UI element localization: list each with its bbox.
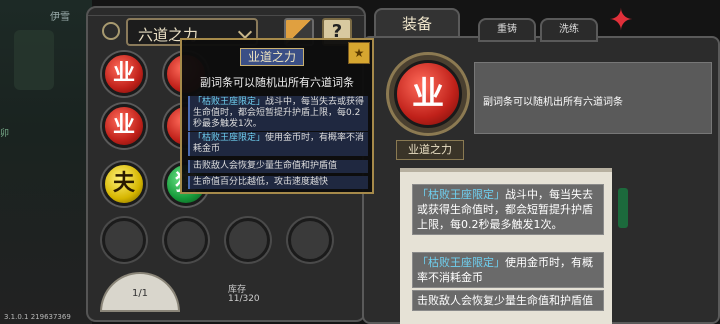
- chevron-down-icon: [237, 24, 253, 40]
- affix-tag: 「枯败王座限定」: [417, 256, 505, 269]
- selected-orb: 业: [394, 60, 462, 128]
- tab-equip[interactable]: 装备: [374, 8, 460, 38]
- orb-tooltip: 业道之力 ★ 副词条可以随机出所有六道词条 「枯败王座限定」战斗中，每当失去或获…: [180, 38, 374, 194]
- tab-reforge[interactable]: 重铸: [478, 18, 536, 42]
- npc-figure: [14, 30, 54, 90]
- stock-value: 11/320: [228, 294, 260, 304]
- tooltip-tag: 「枯败王座限定」: [193, 133, 266, 143]
- empty-orb-slot[interactable]: [288, 218, 332, 262]
- orb-slot[interactable]: 夫: [102, 162, 146, 206]
- game-background: 伊雪 卯: [0, 0, 92, 324]
- tooltip-text: 击败敌人会恢复少量生命值和护盾值: [193, 161, 338, 171]
- shuriken-icon[interactable]: ✦: [604, 4, 638, 38]
- orb-slot[interactable]: 业: [102, 104, 146, 148]
- orb-description-box: 副词条可以随机出所有六道词条: [474, 62, 712, 134]
- tooltip-title: 业道之力: [240, 48, 304, 66]
- orb-description: 副词条可以随机出所有六道词条: [483, 97, 623, 108]
- version-text: 3.1.0.1 219637369: [4, 313, 71, 321]
- tooltip-text: 生命值百分比越低，攻击速度越快: [193, 177, 329, 187]
- hud-text: 伊雪: [50, 12, 70, 23]
- tooltip-tag: 「枯败王座限定」: [193, 97, 266, 107]
- tooltip-line: 生命值百分比越低，攻击速度越快: [188, 176, 368, 189]
- empty-orb-slot[interactable]: [226, 218, 270, 262]
- tooltip-line: 「枯败王座限定」使用金币时，有概率不消耗金币: [188, 132, 368, 156]
- lock-icon[interactable]: ★: [348, 42, 370, 64]
- affix-tag: 「枯败王座限定」: [417, 188, 505, 201]
- empty-orb-slot[interactable]: [102, 218, 146, 262]
- affix-entry: 击败敌人会恢复少量生命值和护盾值: [412, 290, 604, 311]
- jade-ornament-icon: [618, 188, 628, 228]
- side-text: 卯: [0, 129, 10, 139]
- page-indicator: 1/1: [131, 288, 149, 299]
- affix-text: 击败敌人会恢复少量生命值和护盾值: [417, 294, 593, 307]
- affix-entry: 「枯败王座限定」使用金币时，有概率不消耗金币: [412, 252, 604, 288]
- orb-slot[interactable]: 业: [102, 52, 146, 96]
- selected-orb-name: 业道之力: [396, 140, 464, 160]
- affix-scroll[interactable]: 「枯败王座限定」战斗中，每当失去或获得生命值时，都会短暂提升护盾上限，每0.2秒…: [400, 168, 612, 324]
- tooltip-line: 「枯败王座限定」战斗中，每当失去或获得生命值时，都会短暂提升护盾上限，每0.2秒…: [188, 96, 368, 131]
- rope-icon: [102, 22, 120, 40]
- tooltip-description: 副词条可以随机出所有六道词条: [200, 76, 354, 89]
- empty-orb-slot[interactable]: [164, 218, 208, 262]
- tab-refine[interactable]: 洗练: [540, 18, 598, 42]
- affix-entry: 「枯败王座限定」战斗中，每当失去或获得生命值时，都会短暂提升护盾上限，每0.2秒…: [412, 184, 604, 235]
- tooltip-line: 击败敌人会恢复少量生命值和护盾值: [188, 160, 368, 173]
- panel-top-decoration: [88, 10, 364, 16]
